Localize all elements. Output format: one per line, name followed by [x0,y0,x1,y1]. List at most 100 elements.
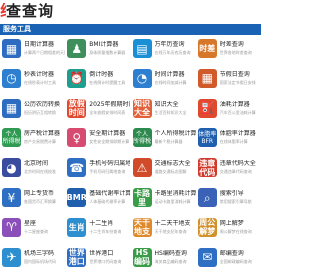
tool-item[interactable]: 体脂率 BFR 体脂率计算器 在线体脂率计算 [196,125,261,151]
lunar-calendar-icon[interactable]: ▦ [2,98,21,118]
stopwatch-icon[interactable]: ◷ [2,68,21,88]
tool-name[interactable]: 北京时间 [24,160,65,168]
tool-name[interactable]: 搜索引导 [220,190,261,198]
zodiac-sign-icon[interactable]: ♈ [2,217,21,237]
safe-period-icon[interactable]: ♀ [67,128,87,148]
bmr-icon[interactable]: BMR [67,188,87,207]
tool-item[interactable]: ♀ 安全期计算器 女性安全期排卵期计算 [65,125,130,151]
tool-item[interactable]: ✈ 机场三字码 国内国际机场代码 [0,245,65,271]
tool-name[interactable]: 世界港口 [89,250,130,258]
postal-code-icon[interactable]: ✉ [197,247,217,267]
hs-code-icon[interactable]: HS编码 [132,247,152,267]
tool-name[interactable]: 万年历查询 [155,41,196,49]
tool-item[interactable]: BMR 基础代谢率计算 人体基础代谢率计算 [65,185,130,211]
site-title[interactable]: 查查询 [6,2,54,20]
chinese-zodiac-icon[interactable]: 生肖 [67,217,87,237]
tool-name[interactable]: 安全期计算器 [89,130,130,138]
tool-item[interactable]: ◕ 北京时间 北京时间在线校准 [0,155,65,181]
tool-name[interactable]: 时差查询 [220,41,261,49]
income-tax-icon[interactable]: 个人 所得税 [132,128,152,148]
tool-name[interactable]: 体脂率计算器 [220,130,261,138]
holiday-schedule-icon[interactable]: 放假 时间 [67,98,87,118]
tool-description: 在线时间加减计算 [154,79,187,85]
tool-item[interactable]: 个人所得税个人所得税计算器最新个税计算器 [131,125,196,151]
tool-item[interactable]: 时差 时差查询 世界各地时差查询 [196,36,261,62]
world-port-icon[interactable]: 世界 港口 [67,247,87,267]
tool-name[interactable]: 房产税计算器 [24,130,65,138]
tool-name[interactable]: 网上专货币 [24,190,65,198]
knowledge-icon[interactable]: 知识 大全 [132,98,152,118]
tool-item[interactable]: ♟ BMI计算器 身体质量指数计算器 [65,36,130,62]
tool-name[interactable]: 手机号码归属地 [89,160,130,168]
tool-item[interactable]: ▦ 日期计算器 计算两个日期相差的天数 [0,36,65,62]
bmi-icon[interactable]: ♟ [67,39,87,58]
airport-code-icon[interactable]: ✈ [2,247,21,267]
almanac-icon[interactable]: ▤ [132,39,152,58]
tool-item[interactable]: ◷ 秒表计时器 在线秒表计时工具 [0,66,65,92]
tool-name[interactable]: 节假日查询 [220,71,261,79]
tool-name[interactable]: HS编码查询 [155,250,196,258]
tool-name[interactable]: 秒表计时器 [24,71,65,79]
clock-icon[interactable]: ◔ [132,68,152,88]
tool-item[interactable]: ✉ 邮编查询 全国邮政编码查询 [196,245,261,271]
tool-item[interactable]: ▦ 节假日查询 国家法定节假日安排 [196,66,261,92]
beijing-time-icon[interactable]: ◕ [2,158,21,178]
tool-name[interactable]: 十二天干地支 [155,220,196,228]
tool-item[interactable]: 世界 港口 世界港口 世界港口代码查询 [65,245,130,271]
tool-name[interactable]: 卡路里消耗计算器 [155,190,196,198]
phone-location-icon[interactable]: ☎ [67,158,87,178]
tool-item[interactable]: 天干 地支 十二天干地支 天干地支纪年查询 [131,215,196,241]
tool-name[interactable]: BMI计算器 [89,41,130,49]
tool-item[interactable]: ◔ 时间计算器 在线时间加减计算 [131,66,196,92]
tool-name[interactable]: 知识大全 [155,101,196,109]
holiday-icon[interactable]: ▦ [197,68,217,88]
tool-name[interactable]: 交通标志大全 [155,160,196,168]
tool-name[interactable]: 公历农历转换 [24,101,65,109]
tool-name[interactable]: 十二生肖 [89,220,130,228]
tool-item[interactable]: 卡路里卡路里消耗计算器运动卡路里消耗计算 [131,185,196,211]
tool-name[interactable]: 时间计算器 [155,71,196,79]
tool-name[interactable]: 违章代码大全 [220,160,261,168]
category-title: 服务工具 [3,25,31,33]
dream-icon[interactable]: 周公 解梦 [197,217,217,237]
tool-item[interactable]: 知识 大全 知识大全 生活百科知识大全 [131,96,196,122]
violation-code-icon[interactable]: 违章 代码 [197,158,217,178]
tool-name[interactable]: 星座 [24,220,65,228]
tool-name[interactable]: 基础代谢率计算 [89,190,130,198]
currency-icon[interactable]: ¥ [2,188,21,207]
tool-item[interactable]: ⚠ 交通标志大全 道路交通标志图解 [131,155,196,181]
search-guide-icon[interactable]: ⌕ [197,188,217,207]
house-tax-icon[interactable]: 个人 所得税 [2,128,21,148]
tool-name[interactable]: 日期计算器 [24,41,65,49]
tool-item[interactable]: ♈ 星座 十二星座查询 [0,215,65,241]
traffic-sign-icon[interactable]: ⚠ [132,158,152,178]
tool-item[interactable]: 放假时间2025年假期时间表全年放假安排时间表 [65,96,130,122]
tool-name[interactable]: 倒计时器 [89,71,130,79]
tool-item[interactable]: ⏰ 倒计时器 在线倒计时提醒工具 [65,66,130,92]
tool-name[interactable]: 油耗计算器 [220,101,261,109]
fuel-icon[interactable]: ⛽ [197,98,217,118]
alarm-clock-icon[interactable]: ⏰ [67,68,87,88]
body-fat-icon[interactable]: 体脂率 BFR [197,128,217,148]
tool-name[interactable]: 网上解梦 [220,220,261,228]
stems-branches-icon[interactable]: 天干 地支 [132,217,152,237]
tool-name[interactable]: 个人所得税计算器 [155,130,196,138]
tool-item[interactable]: 个人 所得税 房产税计算器 房产交易税费计算 [0,125,65,151]
time-difference-icon[interactable]: 时差 [197,39,217,58]
tool-item[interactable]: 违章 代码 违章代码大全 交通违章代码查询 [196,155,261,181]
tool-name[interactable]: 2025年假期时间表 [89,101,130,109]
tool-name[interactable]: 邮编查询 [220,250,261,258]
calendar-icon[interactable]: ▦ [2,39,21,58]
tool-item[interactable]: ⌕ 搜索引导 常用搜索引擎导航 [196,185,261,211]
tool-item[interactable]: ¥ 网上专货币 各国货币汇率换算 [0,185,65,211]
tool-item[interactable]: ⛽ 油耗计算器 汽车百公里油耗计算 [196,96,261,122]
tool-item[interactable]: 生肖 十二生肖 十二生肖年份查询 [65,215,130,241]
tool-item[interactable]: ☎ 手机号码归属地 手机号码归属地查询 [65,155,130,181]
tool-item[interactable]: ▦ 公历农历转换 阳历阴历互相转换 [0,96,65,122]
tool-item[interactable]: HS编码 HS编码查询 海关商品编码查询 [131,245,196,271]
tool-item[interactable]: ▤ 万年历查询 在线万年历农历查询 [131,36,196,62]
tool-name[interactable]: 机场三字码 [24,250,65,258]
tool-item[interactable]: 周公 解梦 网上解梦 周公解梦在线查询 [196,215,261,241]
tool-description: 女性安全期排卵期计算 [89,139,130,145]
calorie-icon[interactable]: 卡路里 [132,188,152,207]
